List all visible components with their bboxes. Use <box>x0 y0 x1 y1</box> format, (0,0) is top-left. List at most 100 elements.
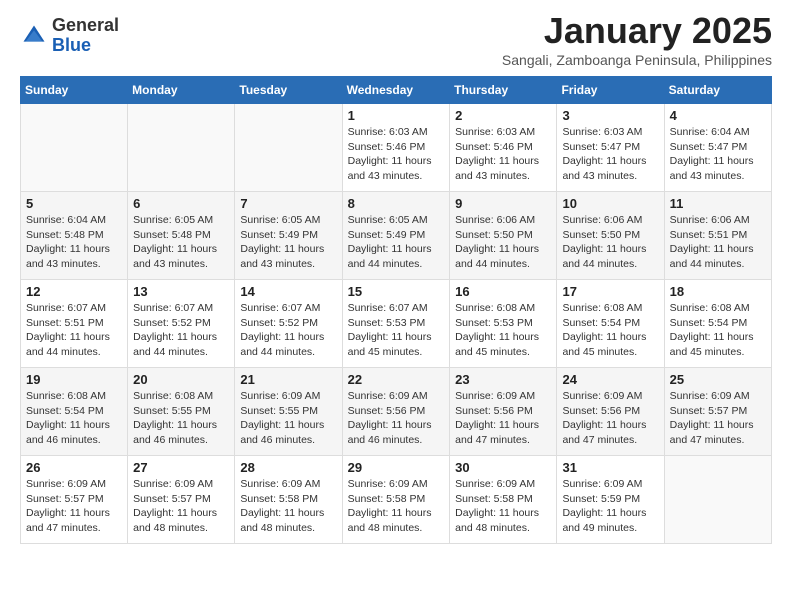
day-number: 2 <box>455 108 551 123</box>
day-info: Sunrise: 6:07 AMSunset: 5:52 PMDaylight:… <box>240 301 336 360</box>
calendar-cell: 30Sunrise: 6:09 AMSunset: 5:58 PMDayligh… <box>450 456 557 544</box>
logo: General Blue <box>20 16 119 56</box>
day-info: Sunrise: 6:04 AMSunset: 5:47 PMDaylight:… <box>670 125 766 184</box>
day-info: Sunrise: 6:03 AMSunset: 5:46 PMDaylight:… <box>455 125 551 184</box>
calendar-cell: 1Sunrise: 6:03 AMSunset: 5:46 PMDaylight… <box>342 104 450 192</box>
calendar-body: 1Sunrise: 6:03 AMSunset: 5:46 PMDaylight… <box>21 104 772 544</box>
day-info: Sunrise: 6:08 AMSunset: 5:53 PMDaylight:… <box>455 301 551 360</box>
day-number: 17 <box>562 284 658 299</box>
weekday-header-saturday: Saturday <box>664 77 771 104</box>
calendar-cell: 14 Sunrise: 6:07 AMSunset: 5:52 PMDayligh… <box>235 280 342 368</box>
day-info: Sunrise: 6:08 AMSunset: 5:54 PMDaylight:… <box>670 301 766 360</box>
logo-icon <box>20 22 48 50</box>
day-number: 21 <box>240 372 336 387</box>
day-info: Sunrise: 6:03 AMSunset: 5:46 PMDaylight:… <box>348 125 445 184</box>
day-number: 18 <box>670 284 766 299</box>
day-number: 31 <box>562 460 658 475</box>
calendar-cell: 20 Sunrise: 6:08 AMSunset: 5:55 PMDayligh… <box>128 368 235 456</box>
day-info: Sunrise: 6:05 AMSunset: 5:48 PMDaylight:… <box>133 213 229 272</box>
day-number: 20 <box>133 372 229 387</box>
day-info: Sunrise: 6:09 AMSunset: 5:55 PMDaylight:… <box>240 389 336 448</box>
day-number: 11 <box>670 196 766 211</box>
calendar-week-row: 12Sunrise: 6:07 AMSunset: 5:51 PMDayligh… <box>21 280 772 368</box>
calendar-week-row: 5 Sunrise: 6:04 AMSunset: 5:48 PMDaylight… <box>21 192 772 280</box>
weekday-header-thursday: Thursday <box>450 77 557 104</box>
calendar-cell: 6 Sunrise: 6:05 AMSunset: 5:48 PMDaylight… <box>128 192 235 280</box>
weekday-header-monday: Monday <box>128 77 235 104</box>
calendar-cell: 11 Sunrise: 6:06 AMSunset: 5:51 PMDayligh… <box>664 192 771 280</box>
weekday-header-tuesday: Tuesday <box>235 77 342 104</box>
day-number: 4 <box>670 108 766 123</box>
calendar-cell: 22 Sunrise: 6:09 AMSunset: 5:56 PMDayligh… <box>342 368 450 456</box>
day-info: Sunrise: 6:09 AMSunset: 5:57 PMDaylight:… <box>26 477 122 536</box>
day-info: Sunrise: 6:07 AMSunset: 5:52 PMDaylight:… <box>133 301 229 360</box>
day-info: Sunrise: 6:09 AMSunset: 5:56 PMDaylight:… <box>455 389 551 448</box>
location-subtitle: Sangali, Zamboanga Peninsula, Philippine… <box>502 52 772 68</box>
logo-text: General Blue <box>52 16 119 56</box>
day-info: Sunrise: 6:09 AMSunset: 5:56 PMDaylight:… <box>348 389 445 448</box>
calendar-cell: 19Sunrise: 6:08 AMSunset: 5:54 PMDayligh… <box>21 368 128 456</box>
day-info: Sunrise: 6:09 AMSunset: 5:59 PMDaylight:… <box>562 477 658 536</box>
calendar-cell: 27 Sunrise: 6:09 AMSunset: 5:57 PMDayligh… <box>128 456 235 544</box>
calendar-cell: 18 Sunrise: 6:08 AMSunset: 5:54 PMDayligh… <box>664 280 771 368</box>
day-info: Sunrise: 6:04 AMSunset: 5:48 PMDaylight:… <box>26 213 122 272</box>
day-info: Sunrise: 6:09 AMSunset: 5:58 PMDaylight:… <box>348 477 445 536</box>
calendar-cell: 12Sunrise: 6:07 AMSunset: 5:51 PMDayligh… <box>21 280 128 368</box>
calendar-cell: 17Sunrise: 6:08 AMSunset: 5:54 PMDayligh… <box>557 280 664 368</box>
day-number: 23 <box>455 372 551 387</box>
calendar-cell: 3Sunrise: 6:03 AMSunset: 5:47 PMDaylight… <box>557 104 664 192</box>
weekday-header-friday: Friday <box>557 77 664 104</box>
day-info: Sunrise: 6:07 AMSunset: 5:53 PMDaylight:… <box>348 301 445 360</box>
calendar-cell <box>21 104 128 192</box>
day-info: Sunrise: 6:09 AMSunset: 5:57 PMDaylight:… <box>133 477 229 536</box>
day-number: 30 <box>455 460 551 475</box>
calendar-cell: 16 Sunrise: 6:08 AMSunset: 5:53 PMDayligh… <box>450 280 557 368</box>
month-title: January 2025 <box>502 10 772 52</box>
day-number: 28 <box>240 460 336 475</box>
day-info: Sunrise: 6:06 AMSunset: 5:50 PMDaylight:… <box>562 213 658 272</box>
day-number: 29 <box>348 460 445 475</box>
day-info: Sunrise: 6:06 AMSunset: 5:50 PMDaylight:… <box>455 213 551 272</box>
day-info: Sunrise: 6:09 AMSunset: 5:56 PMDaylight:… <box>562 389 658 448</box>
calendar-cell <box>664 456 771 544</box>
day-info: Sunrise: 6:08 AMSunset: 5:55 PMDaylight:… <box>133 389 229 448</box>
day-number: 8 <box>348 196 445 211</box>
calendar-cell: 29 Sunrise: 6:09 AMSunset: 5:58 PMDayligh… <box>342 456 450 544</box>
calendar-cell: 25Sunrise: 6:09 AMSunset: 5:57 PMDayligh… <box>664 368 771 456</box>
calendar-table: SundayMondayTuesdayWednesdayThursdayFrid… <box>20 76 772 544</box>
day-number: 5 <box>26 196 122 211</box>
calendar-cell <box>235 104 342 192</box>
calendar-cell <box>128 104 235 192</box>
weekday-header-row: SundayMondayTuesdayWednesdayThursdayFrid… <box>21 77 772 104</box>
calendar-cell: 10 Sunrise: 6:06 AMSunset: 5:50 PMDayligh… <box>557 192 664 280</box>
calendar-cell: 21 Sunrise: 6:09 AMSunset: 5:55 PMDayligh… <box>235 368 342 456</box>
weekday-header-sunday: Sunday <box>21 77 128 104</box>
day-info: Sunrise: 6:09 AMSunset: 5:58 PMDaylight:… <box>240 477 336 536</box>
day-number: 13 <box>133 284 229 299</box>
calendar-cell: 2 Sunrise: 6:03 AMSunset: 5:46 PMDaylight… <box>450 104 557 192</box>
calendar-cell: 24Sunrise: 6:09 AMSunset: 5:56 PMDayligh… <box>557 368 664 456</box>
calendar-cell: 8 Sunrise: 6:05 AMSunset: 5:49 PMDaylight… <box>342 192 450 280</box>
day-number: 27 <box>133 460 229 475</box>
logo-general: General <box>52 16 119 36</box>
day-number: 10 <box>562 196 658 211</box>
calendar-header: SundayMondayTuesdayWednesdayThursdayFrid… <box>21 77 772 104</box>
calendar-week-row: 1Sunrise: 6:03 AMSunset: 5:46 PMDaylight… <box>21 104 772 192</box>
calendar-cell: 31 Sunrise: 6:09 AMSunset: 5:59 PMDayligh… <box>557 456 664 544</box>
day-number: 9 <box>455 196 551 211</box>
calendar-cell: 7Sunrise: 6:05 AMSunset: 5:49 PMDaylight… <box>235 192 342 280</box>
day-number: 16 <box>455 284 551 299</box>
day-number: 3 <box>562 108 658 123</box>
day-number: 25 <box>670 372 766 387</box>
day-info: Sunrise: 6:05 AMSunset: 5:49 PMDaylight:… <box>240 213 336 272</box>
calendar-cell: 23 Sunrise: 6:09 AMSunset: 5:56 PMDayligh… <box>450 368 557 456</box>
day-number: 14 <box>240 284 336 299</box>
day-info: Sunrise: 6:05 AMSunset: 5:49 PMDaylight:… <box>348 213 445 272</box>
title-block: January 2025 Sangali, Zamboanga Peninsul… <box>502 10 772 68</box>
day-number: 26 <box>26 460 122 475</box>
day-info: Sunrise: 6:08 AMSunset: 5:54 PMDaylight:… <box>26 389 122 448</box>
day-number: 6 <box>133 196 229 211</box>
day-info: Sunrise: 6:06 AMSunset: 5:51 PMDaylight:… <box>670 213 766 272</box>
calendar-week-row: 19Sunrise: 6:08 AMSunset: 5:54 PMDayligh… <box>21 368 772 456</box>
day-number: 22 <box>348 372 445 387</box>
